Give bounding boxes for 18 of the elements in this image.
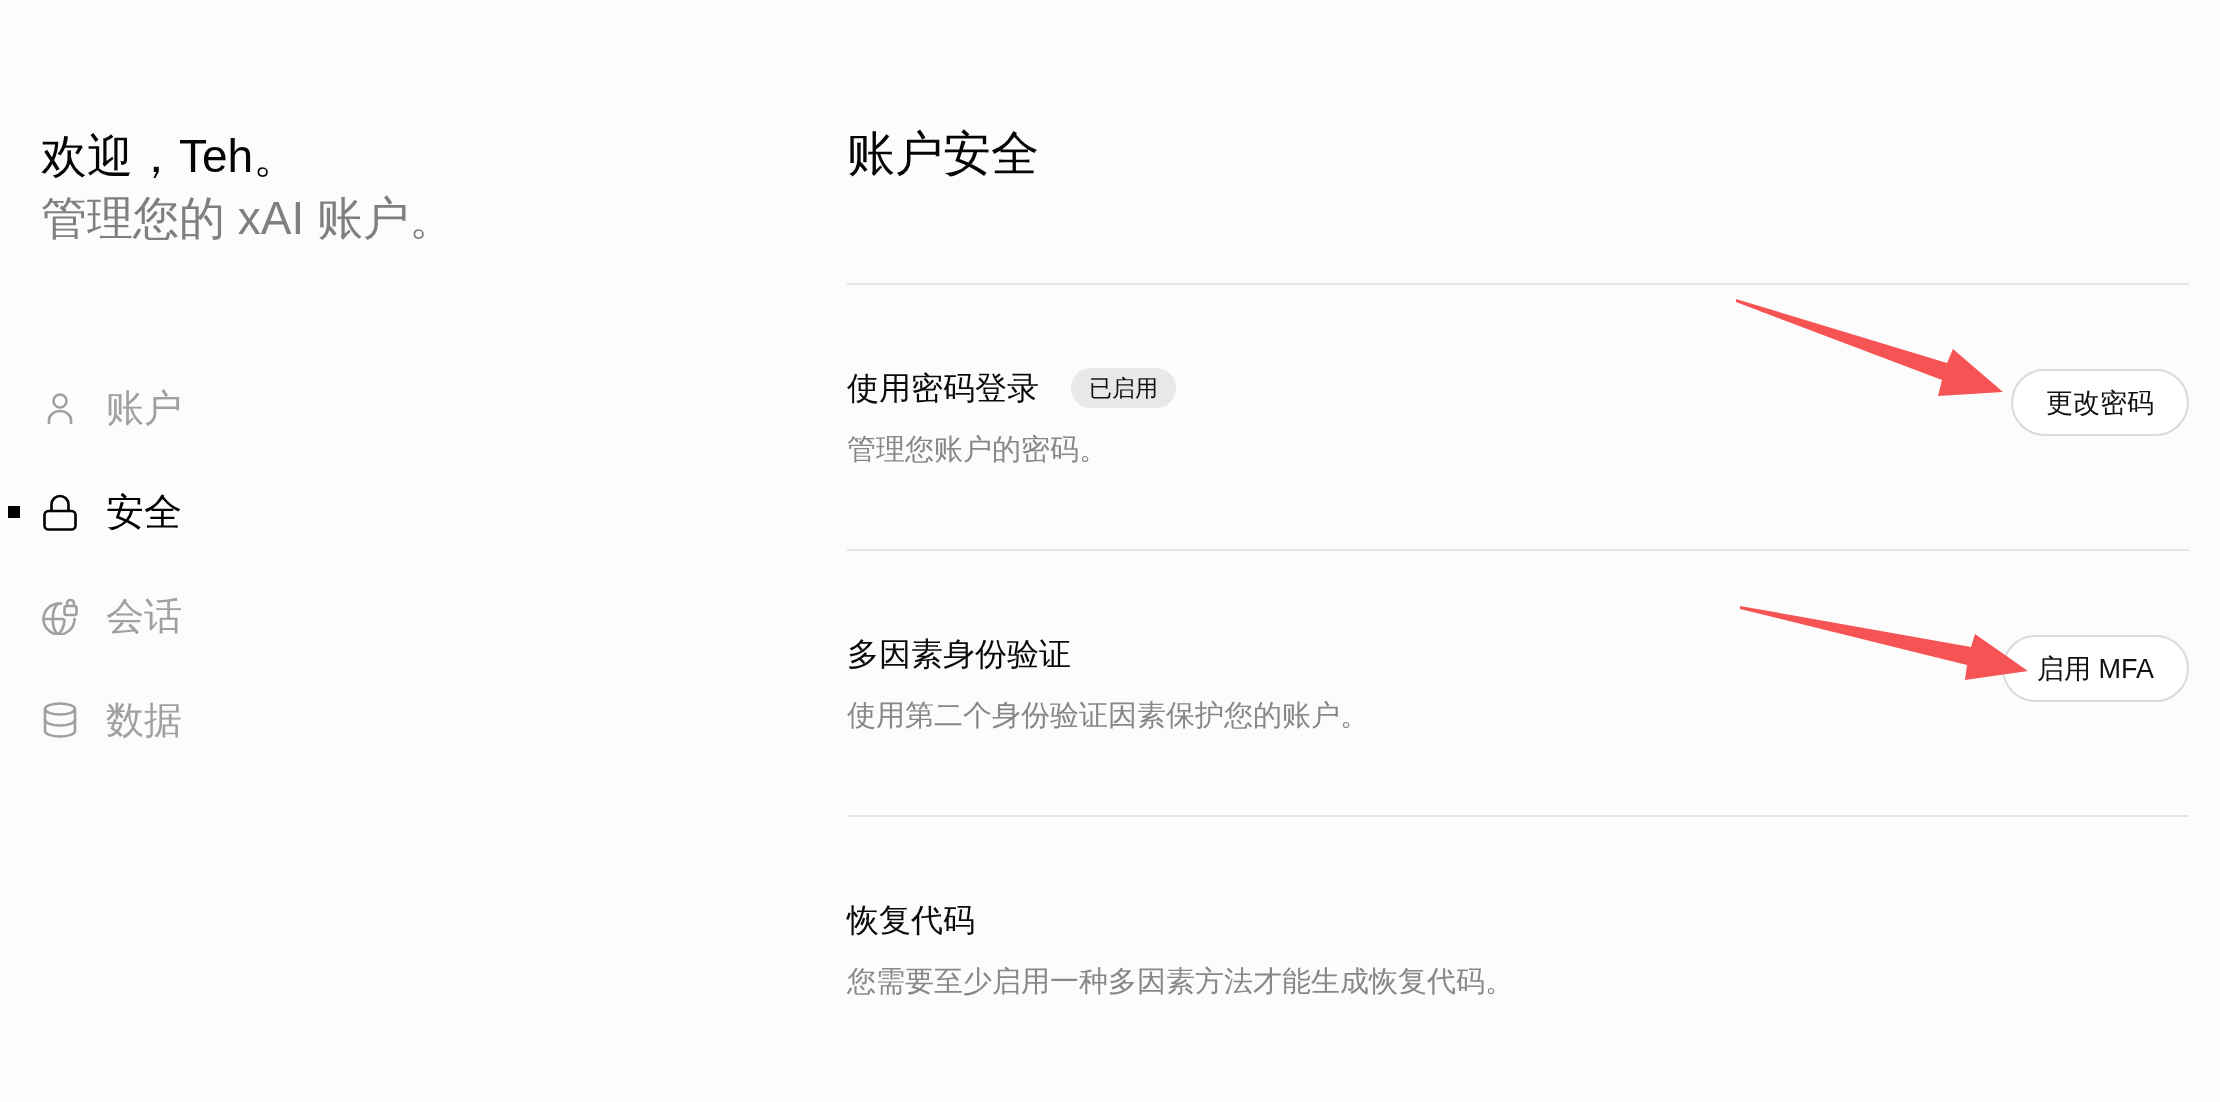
section-description: 您需要至少启用一种多因素方法才能生成恢复代码。 <box>847 964 1514 999</box>
section-action-button[interactable]: 更改密码 <box>2011 369 2189 436</box>
welcome-subtitle: 管理您的 xAI 账户。 <box>41 191 456 246</box>
section-title: 恢复代码 <box>847 901 975 940</box>
sidebar-item[interactable]: 安全 <box>42 488 182 536</box>
welcome-heading: 欢迎，Teh。 <box>41 129 300 184</box>
section-description: 使用第二个身份验证因素保护您的账户。 <box>847 698 1369 733</box>
status-badge: 已启用 <box>1071 368 1176 408</box>
section-title: 使用密码登录 <box>847 369 1039 408</box>
globe-lock-icon <box>42 597 78 635</box>
page-title: 账户安全 <box>847 126 1039 182</box>
person-icon <box>47 392 73 424</box>
lock-icon <box>43 493 77 531</box>
database-icon <box>43 702 77 738</box>
section-title: 多因素身份验证 <box>847 635 1071 674</box>
section-description: 管理您账户的密码。 <box>847 432 1108 467</box>
section-action-button[interactable]: 启用 MFA <box>2002 635 2189 702</box>
active-marker-icon <box>8 506 20 518</box>
